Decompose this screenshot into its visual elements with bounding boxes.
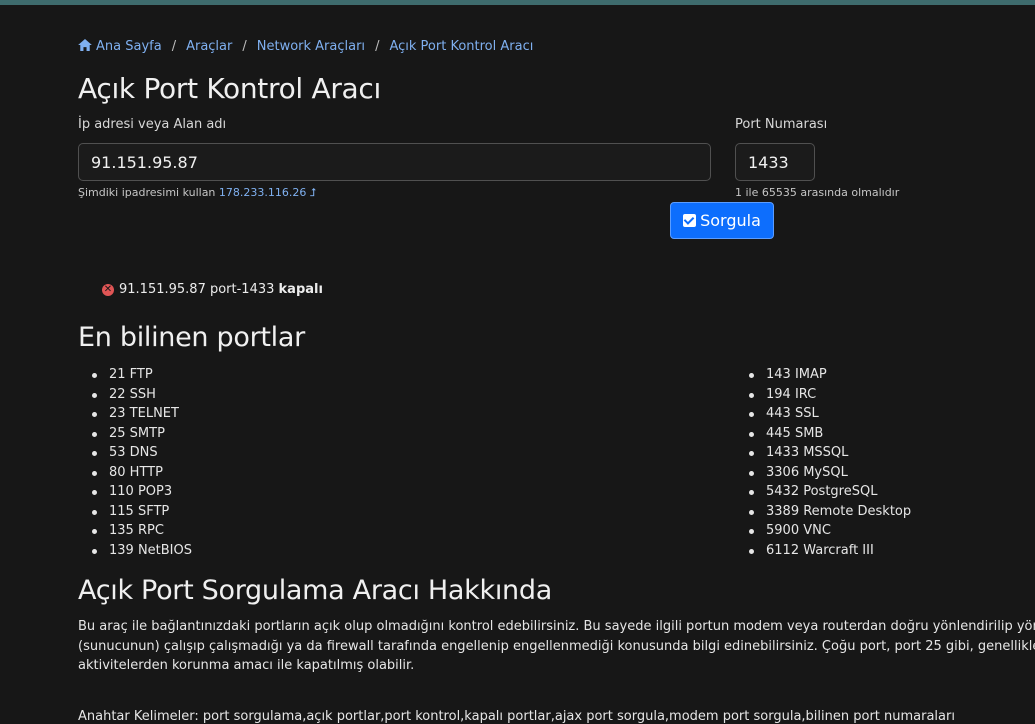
list-item: 139 NetBIOS <box>78 541 192 561</box>
list-item: 443 SSL <box>735 404 911 424</box>
list-item: 135 RPC <box>78 521 192 541</box>
list-item: 3389 Remote Desktop <box>735 502 911 522</box>
result-status: kapalı <box>278 282 323 297</box>
ip-hint: Şimdiki ipadresimi kullan 178.233.116.26… <box>78 186 316 200</box>
list-item: 21 FTP <box>78 365 192 385</box>
ip-input[interactable] <box>78 143 711 181</box>
about-text: Bu araç ile bağlantınızdaki portların aç… <box>78 619 1035 673</box>
breadcrumb: Ana Sayfa / Araçlar / Network Araçları /… <box>78 39 533 54</box>
list-item: 80 HTTP <box>78 463 192 483</box>
result-text: 91.151.95.87 port-1433 <box>119 282 275 297</box>
top-accent-bar <box>0 0 1035 5</box>
list-item: 5432 PostgreSQL <box>735 482 911 502</box>
list-item: 3306 MySQL <box>735 463 911 483</box>
home-icon <box>78 39 92 51</box>
ports-list-right: 143 IMAP 194 IRC 443 SSL 445 SMB 1433 MS… <box>735 365 911 560</box>
query-button-label: Sorgula <box>700 211 761 230</box>
keywords-text: Anahtar Kelimeler: port sorgulama,açık p… <box>78 709 955 724</box>
breadcrumb-tools[interactable]: Araçlar <box>186 39 232 54</box>
breadcrumb-network-tools[interactable]: Network Araçları <box>257 39 365 54</box>
list-item: 23 TELNET <box>78 404 192 424</box>
list-item: 22 SSH <box>78 385 192 405</box>
page-title: Açık Port Kontrol Aracı <box>78 72 381 105</box>
breadcrumb-separator: / <box>171 39 177 54</box>
query-result: ✕ 91.151.95.87 port-1433 kapalı <box>102 282 323 297</box>
breadcrumb-separator: / <box>375 39 380 54</box>
list-item: 110 POP3 <box>78 482 192 502</box>
breadcrumb-home[interactable]: Ana Sayfa <box>78 39 162 54</box>
check-square-icon <box>683 214 697 227</box>
ports-section-title: En bilinen portlar <box>78 322 305 353</box>
ip-label: İp adresi veya Alan adı <box>78 117 227 132</box>
ports-list-left: 21 FTP 22 SSH 23 TELNET 25 SMTP 53 DNS 8… <box>78 365 192 560</box>
current-ip-link[interactable]: 178.233.116.26 ⮥ <box>219 186 316 199</box>
list-item: 194 IRC <box>735 385 911 405</box>
list-item: 1433 MSSQL <box>735 443 911 463</box>
list-item: 53 DNS <box>78 443 192 463</box>
current-ip-value: 178.233.116.26 <box>218 186 307 199</box>
port-input[interactable] <box>735 143 815 181</box>
query-button[interactable]: Sorgula <box>670 202 774 239</box>
list-item: 25 SMTP <box>78 424 192 444</box>
breadcrumb-home-label: Ana Sayfa <box>96 39 162 54</box>
breadcrumb-separator: / <box>242 39 247 54</box>
list-item: 5900 VNC <box>735 521 911 541</box>
arrow-up-icon: ⮥ <box>309 186 317 199</box>
list-item: 115 SFTP <box>78 502 192 522</box>
ip-hint-text: Şimdiki ipadresimi kullan <box>78 186 216 199</box>
error-circle-icon: ✕ <box>102 283 114 296</box>
breadcrumb-current[interactable]: Açık Port Kontrol Aracı <box>389 39 533 54</box>
list-item: 6112 Warcraft III <box>735 541 911 561</box>
about-section-title: Açık Port Sorgulama Aracı Hakkında <box>78 575 552 606</box>
list-item: 143 IMAP <box>735 365 911 385</box>
port-label: Port Numarası <box>735 117 828 132</box>
list-item: 445 SMB <box>735 424 911 444</box>
port-hint: 1 ile 65535 arasında olmalıdır <box>735 186 900 199</box>
